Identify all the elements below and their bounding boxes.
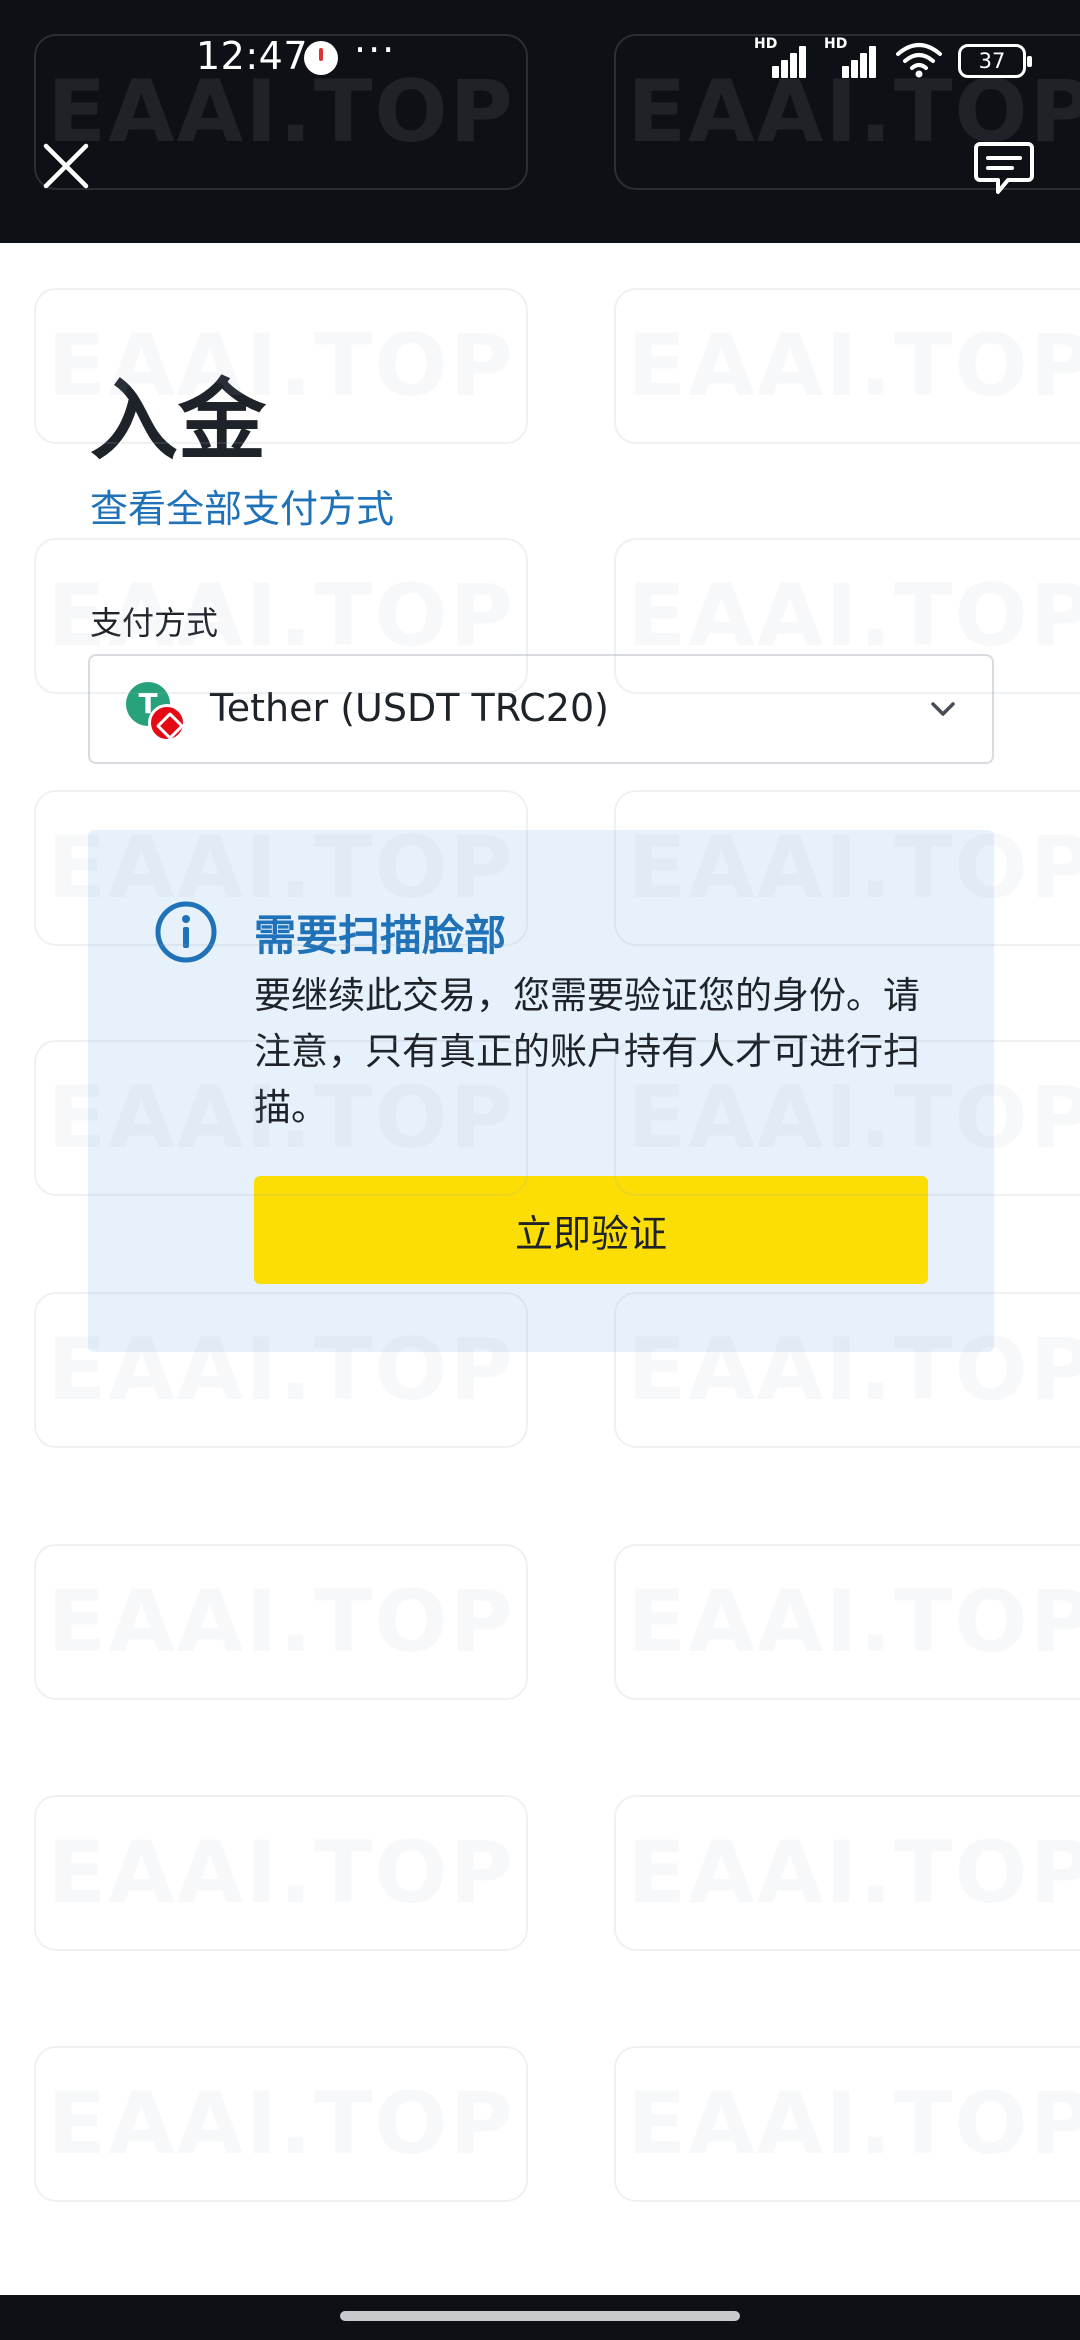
view-all-payment-methods-link[interactable]: 查看全部支付方式 [90, 478, 394, 533]
tron-icon [148, 704, 186, 742]
watermark: EAAI.TOP [614, 1544, 1080, 1700]
signal-icon: HD [824, 36, 880, 78]
system-nav-bar [0, 2295, 1080, 2340]
close-icon[interactable] [40, 140, 92, 192]
notice-body: 要继续此交易，您需要验证您的身份。请注意，只有真正的账户持有人才可进行扫描。 [254, 974, 920, 1129]
chat-bubble-icon[interactable] [972, 138, 1036, 198]
top-header: 12:47 ··· HD HD 37 [0, 0, 1080, 243]
payment-method-select[interactable]: T Tether (USDT TRC20) [88, 654, 994, 764]
notice-title: 需要扫描脸部 [254, 911, 507, 960]
chevron-down-icon [931, 702, 955, 716]
network-badge: HD [824, 36, 848, 52]
status-more: ··· [354, 28, 397, 72]
payment-method-label: 支付方式 [90, 604, 219, 642]
watermark: EAAI.TOP [34, 2046, 528, 2202]
usdt-trc20-icon: T [126, 682, 186, 742]
face-scan-notice: 需要扫描脸部 要继续此交易，您需要验证您的身份。请注意，只有真正的账户持有人才可… [88, 830, 994, 1352]
watermark: EAAI.TOP [34, 1544, 528, 1700]
network-badge: HD [754, 36, 778, 52]
signal-icon: HD [754, 36, 810, 78]
home-indicator[interactable] [340, 2311, 740, 2321]
battery-icon: 37 [958, 44, 1032, 78]
deposit-screen: 12:47 ··· HD HD 37 入金 查看全部支付方式 支付方式 T Te… [0, 0, 1080, 2340]
status-indicators: HD HD 37 [754, 36, 1032, 78]
verify-now-button[interactable]: 立即验证 [254, 1176, 928, 1284]
status-time: 12:47 [196, 34, 309, 78]
alarm-icon [304, 41, 338, 75]
info-icon [155, 901, 217, 963]
wifi-icon [896, 43, 942, 78]
watermark: EAAI.TOP [614, 2046, 1080, 2202]
watermark: EAAI.TOP [614, 288, 1080, 444]
watermark: EAAI.TOP [34, 1795, 528, 1951]
page-title: 入金 [90, 369, 267, 472]
payment-method-value: Tether (USDT TRC20) [210, 686, 609, 730]
watermark: EAAI.TOP [614, 1795, 1080, 1951]
